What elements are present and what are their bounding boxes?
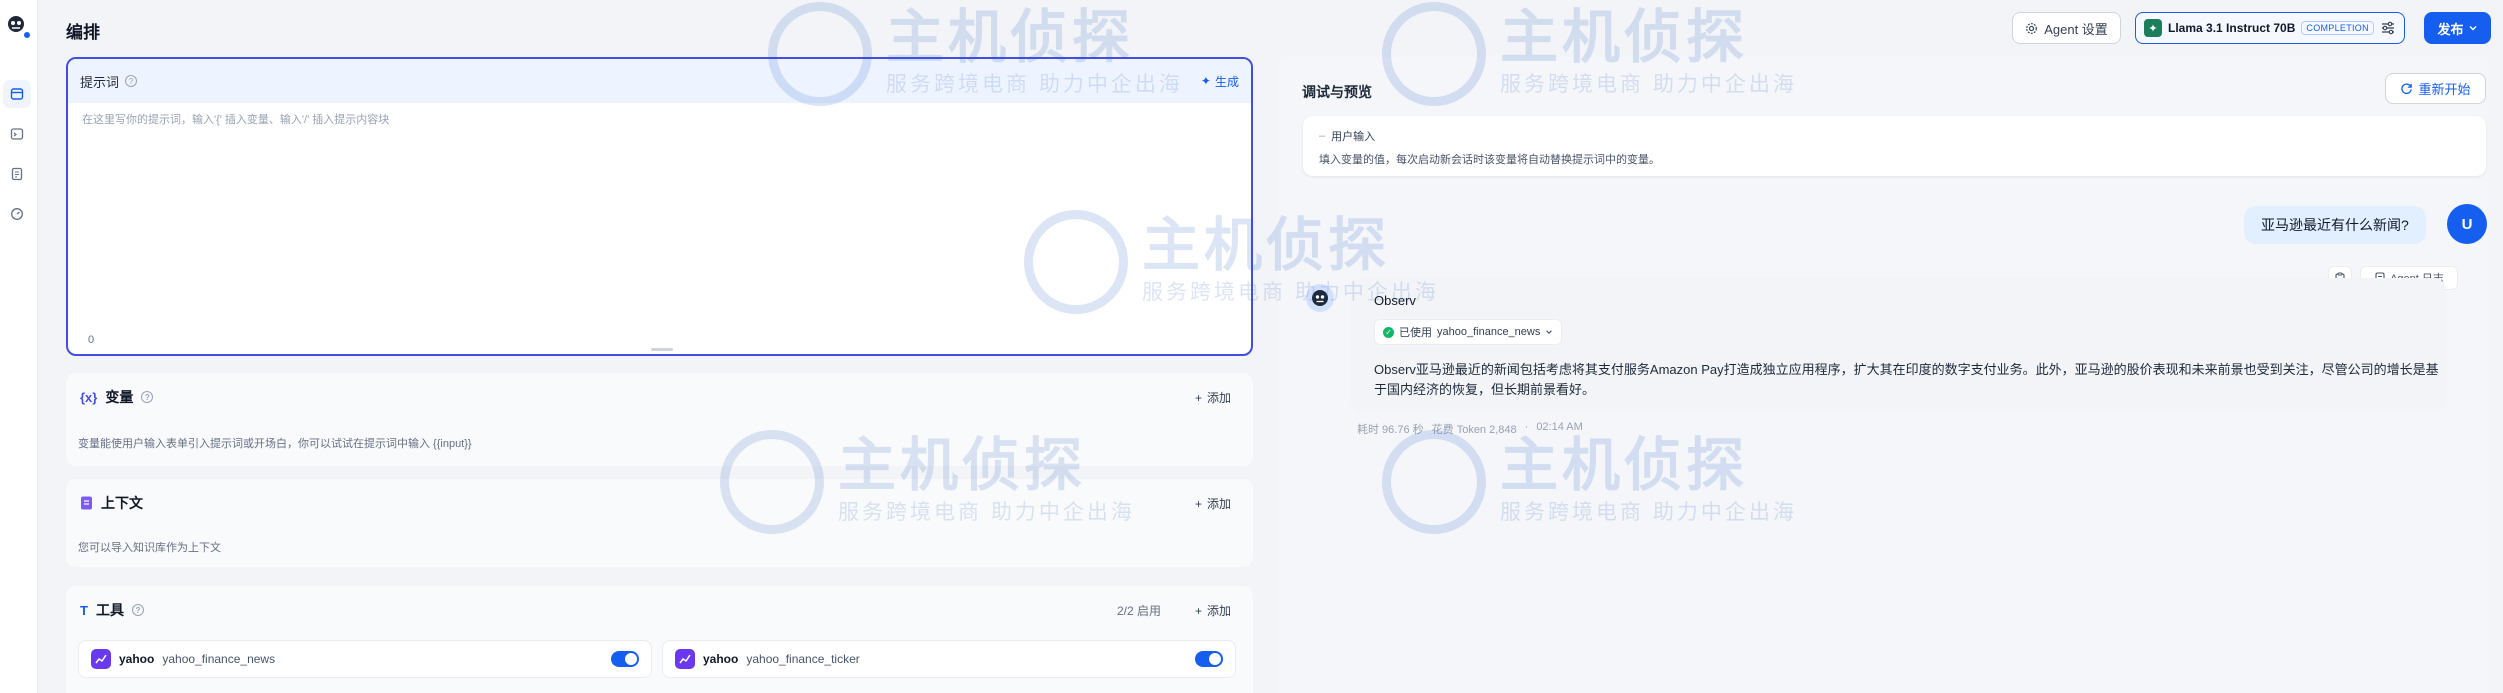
add-variable-button[interactable]: + 添加	[1195, 389, 1231, 406]
meta-time: 耗时 96.76 秒	[1357, 424, 1424, 436]
tool-item[interactable]: yahoo yahoo_finance_news	[78, 640, 652, 678]
add-label: 添加	[1206, 604, 1231, 618]
prompt-input[interactable]: 在这里写你的提示词，输入'{' 插入变量、输入'/' 插入提示内容块	[68, 103, 1251, 135]
user-input-title: 用户输入	[1331, 131, 1376, 143]
add-tool-button[interactable]: + 添加	[1195, 602, 1231, 619]
logs-icon[interactable]	[3, 160, 31, 188]
add-label: 添加	[1206, 391, 1231, 405]
variables-title: 变量	[105, 389, 134, 405]
used-tool-prefix: 已使用	[1399, 327, 1432, 339]
tools-enabled-count: 2/2 启用	[1116, 604, 1161, 618]
tool-name: yahoo_finance_ticker	[746, 652, 860, 666]
tools-title: 工具	[95, 602, 124, 618]
page-title: 编排	[66, 23, 100, 42]
info-icon[interactable]: ?	[131, 604, 144, 616]
info-icon[interactable]: ?	[141, 391, 154, 403]
char-count: 0	[88, 334, 95, 346]
context-title: 上下文	[101, 495, 143, 511]
user-input-title-row[interactable]: – 用户输入	[1319, 128, 1375, 144]
tool-icon: T	[80, 602, 88, 618]
prompt-title: 提示词	[80, 74, 120, 90]
generate-label: 生成	[1214, 74, 1239, 89]
debug-title: 调试与预览	[1302, 84, 1372, 100]
plus-icon: +	[1194, 603, 1202, 618]
check-circle-icon: ✓	[1383, 326, 1394, 338]
app-logo-icon[interactable]	[4, 12, 32, 40]
prompt-header: 提示词 ? ✦ 生成	[68, 59, 1251, 103]
add-context-button[interactable]: + 添加	[1195, 495, 1231, 512]
orchestrate-icon[interactable]	[3, 80, 31, 108]
add-label: 添加	[1206, 497, 1231, 511]
tool-provider: yahoo	[119, 652, 155, 666]
used-tool-name: yahoo_finance_news	[1437, 326, 1541, 338]
bot-avatar-icon	[1306, 284, 1334, 312]
avatar: U	[2447, 204, 2487, 244]
chevron-down-icon	[2469, 26, 2476, 31]
bot-name: Observ	[1374, 293, 1416, 308]
plus-icon: +	[1194, 390, 1202, 405]
tool-provider: yahoo	[703, 652, 739, 666]
generate-button[interactable]: ✦ 生成	[1201, 73, 1239, 90]
yahoo-finance-icon	[91, 649, 111, 669]
meta-clock: 02:14 AM	[1536, 421, 1583, 433]
tool-used-chip[interactable]: ✓ 已使用 yahoo_finance_news	[1374, 319, 1563, 345]
sliders-icon[interactable]	[2380, 20, 2396, 36]
variables-description: 变量能使用户输入表单引入提示词或开场白，你可以试试在提示词中输入 {{input…	[78, 438, 472, 450]
message-meta: 耗时 96.76 秒 花费 Token 2,848 · 02:14 AM	[1357, 421, 1583, 437]
chevron-down-icon	[1546, 330, 1553, 334]
model-icon: ✦	[2144, 19, 2162, 37]
user-input-card: – 用户输入 填入变量的值，每次启动新会话时该变量将自动替换提示词中的变量。	[1303, 116, 2486, 176]
bot-answer: Observ亚马逊最近的新闻包括考虑将其支付服务Amazon Pay打造成独立应…	[1374, 362, 2439, 397]
document-icon	[81, 496, 92, 510]
publish-label: 发布	[2437, 21, 2464, 37]
meta-tokens: 花费 Token 2,848	[1431, 424, 1517, 436]
tool-item[interactable]: yahoo yahoo_finance_ticker	[662, 640, 1236, 678]
tool-name: yahoo_finance_news	[162, 652, 276, 666]
refresh-icon	[2401, 83, 2413, 95]
tool-toggle[interactable]	[1195, 651, 1223, 667]
context-section: 上下文 + 添加 您可以导入知识库作为上下文	[66, 479, 1253, 567]
restart-button[interactable]: 重新开始	[2385, 73, 2486, 104]
gear-icon	[2026, 22, 2038, 34]
yahoo-finance-icon	[675, 649, 695, 669]
left-rail	[0, 0, 38, 693]
model-name: Llama 3.1 Instruct 70B	[2168, 21, 2296, 35]
user-message: 亚马逊最近有什么新闻?	[2244, 206, 2426, 244]
sparkle-icon: ✦	[1200, 74, 1211, 88]
prompt-editor-card: 提示词 ? ✦ 生成 在这里写你的提示词，输入'{' 插入变量、输入'/' 插入…	[66, 57, 1253, 356]
monitor-icon[interactable]	[3, 200, 31, 228]
tool-toggle[interactable]	[611, 651, 639, 667]
info-icon[interactable]: ?	[125, 75, 138, 87]
variable-icon: {x}	[80, 389, 98, 405]
meta-separator: ·	[1524, 421, 1529, 433]
dash-icon: –	[1319, 130, 1326, 142]
restart-label: 重新开始	[2418, 82, 2471, 97]
agent-settings-button[interactable]: Agent 设置	[2012, 12, 2121, 44]
model-selector[interactable]: ✦ Llama 3.1 Instruct 70B COMPLETION	[2135, 12, 2405, 44]
variables-section: {x} 变量 ? + 添加 变量能使用户输入表单引入提示词或开场白，你可以试试在…	[66, 373, 1253, 466]
plus-icon: +	[1194, 496, 1202, 511]
user-input-description: 填入变量的值，每次启动新会话时该变量将自动替换提示词中的变量。	[1319, 154, 1660, 166]
terminal-icon[interactable]	[3, 120, 31, 148]
user-message-text: 亚马逊最近有什么新闻?	[2261, 217, 2409, 233]
context-description: 您可以导入知识库作为上下文	[78, 542, 221, 554]
model-mode-badge: COMPLETION	[2301, 21, 2374, 35]
agent-settings-label: Agent 设置	[2044, 21, 2108, 37]
publish-button[interactable]: 发布	[2424, 12, 2491, 44]
resize-handle[interactable]	[651, 348, 673, 351]
